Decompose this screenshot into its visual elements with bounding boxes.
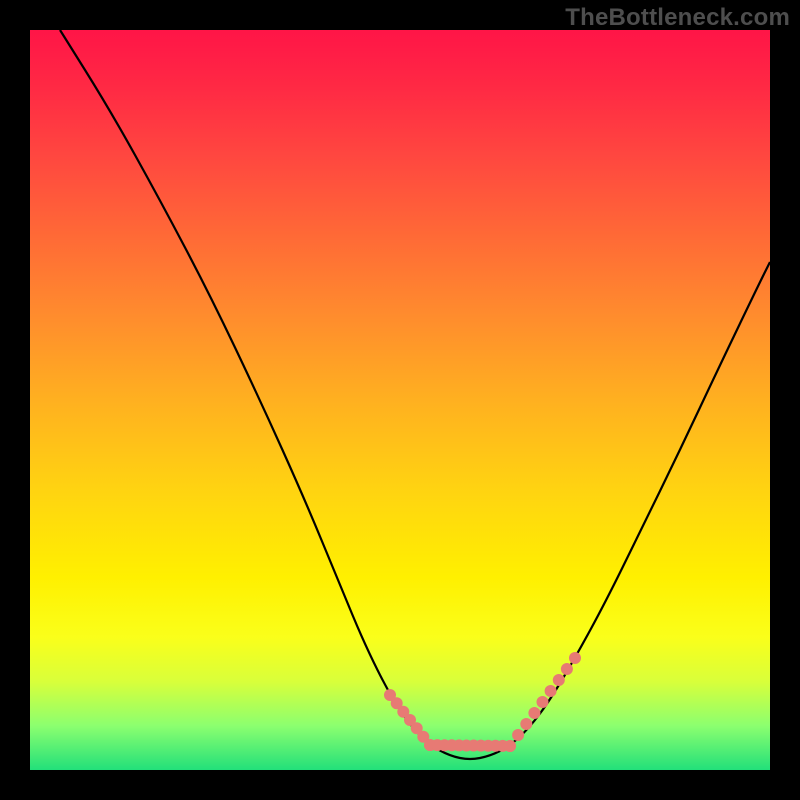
bottleneck-curve bbox=[60, 30, 770, 759]
dotted-marker bbox=[504, 740, 516, 752]
dotted-marker bbox=[528, 707, 540, 719]
watermark-label: TheBottleneck.com bbox=[565, 4, 790, 32]
dotted-marker bbox=[520, 718, 532, 730]
dotted-marker bbox=[512, 729, 524, 741]
dotted-marker bbox=[561, 663, 573, 675]
dotted-marker bbox=[545, 685, 557, 697]
plot-area bbox=[30, 30, 770, 770]
dotted-marker bbox=[569, 652, 581, 664]
dotted-marker bbox=[553, 674, 565, 686]
chart-stage: TheBottleneck.com bbox=[0, 0, 800, 800]
curve-svg bbox=[30, 30, 770, 770]
dotted-marker bbox=[537, 696, 549, 708]
